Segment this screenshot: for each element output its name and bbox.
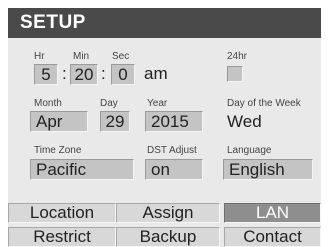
minute-field[interactable]: 20 bbox=[70, 64, 98, 85]
tab-lan[interactable]: LAN bbox=[224, 203, 321, 223]
language-label: Language bbox=[227, 145, 272, 156]
time-zone-field[interactable]: Pacific bbox=[30, 159, 134, 180]
day-label: Day bbox=[100, 98, 118, 109]
tab-backup[interactable]: Backup bbox=[116, 227, 220, 247]
time-zone-label: Time Zone bbox=[34, 145, 82, 156]
hour-label: Hr bbox=[34, 51, 45, 62]
tab-restrict[interactable]: Restrict bbox=[8, 227, 116, 247]
day-field[interactable]: 29 bbox=[100, 111, 130, 132]
24hr-checkbox[interactable] bbox=[227, 66, 243, 82]
month-field[interactable]: Apr bbox=[30, 111, 88, 132]
day-of-week-value: Wed bbox=[227, 112, 262, 131]
dst-adjust-label: DST Adjust bbox=[147, 145, 197, 156]
year-label: Year bbox=[147, 98, 168, 109]
language-field[interactable]: English bbox=[223, 159, 313, 180]
setup-screen: SETUP Hr Min Sec 24hr 5 : 20 : 0 am Mont… bbox=[8, 8, 321, 247]
year-field[interactable]: 2015 bbox=[145, 111, 203, 132]
time-separator: : bbox=[62, 64, 67, 83]
month-label: Month bbox=[34, 98, 62, 109]
tab-contact[interactable]: Contact bbox=[224, 227, 321, 247]
time-separator: : bbox=[101, 64, 106, 83]
dst-adjust-field[interactable]: on bbox=[145, 159, 203, 180]
minute-label: Min bbox=[73, 51, 90, 62]
am-pm-toggle[interactable]: am bbox=[144, 64, 168, 84]
day-of-week-label: Day of the Week bbox=[227, 98, 301, 109]
tab-assign[interactable]: Assign bbox=[116, 203, 220, 223]
header-bar: SETUP bbox=[8, 8, 321, 38]
hour-field[interactable]: 5 bbox=[34, 64, 58, 85]
24hr-label: 24hr bbox=[227, 51, 248, 62]
tab-location[interactable]: Location bbox=[8, 203, 116, 223]
second-label: Sec bbox=[112, 51, 130, 62]
page-title: SETUP bbox=[20, 12, 86, 33]
second-field[interactable]: 0 bbox=[111, 64, 135, 85]
